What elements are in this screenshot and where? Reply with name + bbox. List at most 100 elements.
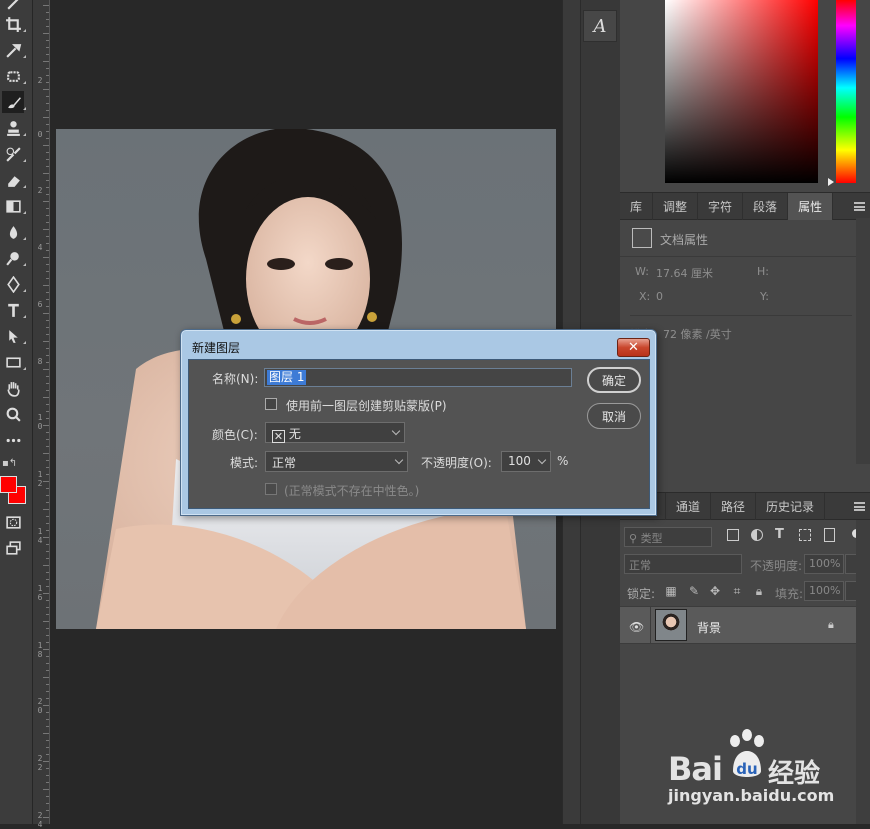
ruler-tick [46, 607, 49, 608]
visibility-eye-icon[interactable]: 👁︎ [629, 620, 644, 634]
tab-character[interactable]: 字符 [698, 193, 744, 220]
h-label: H: [757, 265, 769, 278]
dodge-icon[interactable] [2, 247, 26, 269]
shape-filter-icon[interactable] [799, 529, 811, 541]
ruler-tick [46, 803, 49, 804]
clone-stamp-icon[interactable] [2, 117, 26, 139]
tab-library[interactable]: 库 [620, 193, 654, 220]
default-colors-icon[interactable]: ▪↰ [2, 458, 17, 469]
tab-paragraph[interactable]: 段落 [743, 193, 789, 220]
ruler-tick [46, 488, 49, 489]
layer-name-input[interactable]: 图层 1 [264, 368, 572, 387]
character-panel-icon[interactable]: A [583, 10, 617, 42]
tab-paths[interactable]: 路径 [711, 493, 757, 520]
screen-mode-icon[interactable] [2, 537, 24, 559]
crop-tool-icon[interactable] [2, 13, 26, 35]
ok-button[interactable]: 确定 [587, 367, 641, 393]
neutral-color-checkbox[interactable] [265, 483, 277, 495]
ruler-tick [43, 229, 49, 230]
layer-opacity-input[interactable]: 100% [804, 554, 844, 574]
close-button[interactable]: ✕ [617, 338, 650, 357]
ruler-tick [43, 733, 49, 734]
properties-scrollbar[interactable] [856, 218, 870, 464]
ruler-tick [46, 404, 49, 405]
pixel-filter-icon[interactable] [727, 529, 739, 541]
adjustment-filter-icon[interactable] [751, 529, 763, 541]
panel-menu-icon[interactable] [854, 202, 865, 211]
layer-filter-select[interactable]: ⚲ 类型 [624, 527, 712, 547]
layer-name[interactable]: 背景 [697, 619, 721, 636]
color-label: 颜色(C): [212, 428, 258, 442]
hand-icon[interactable] [2, 377, 24, 399]
ruler-tick [46, 264, 49, 265]
blend-mode-select[interactable]: 正常 [624, 554, 742, 574]
color-select[interactable]: ✕ 无 [265, 422, 405, 443]
ruler-tick [46, 320, 49, 321]
ruler-tick [46, 103, 49, 104]
ruler-tick [46, 68, 49, 69]
opacity-input[interactable]: 100 [501, 451, 551, 472]
ruler-tick [43, 145, 49, 146]
ruler-tick [46, 334, 49, 335]
history-brush-icon[interactable] [2, 143, 26, 165]
ruler-tick [46, 796, 49, 797]
eyedropper-icon[interactable] [2, 39, 26, 61]
ruler-tick [46, 222, 49, 223]
tab-properties[interactable]: 属性 [788, 193, 834, 220]
ruler-tick [46, 656, 49, 657]
lock-all-icon[interactable]: 🔒︎ [752, 584, 766, 598]
gradient-icon[interactable] [2, 195, 26, 217]
clipping-mask-checkbox[interactable] [265, 398, 277, 410]
blur-icon[interactable] [2, 221, 26, 243]
ruler-tick [46, 775, 49, 776]
tab-channels[interactable]: 通道 [666, 493, 712, 520]
ruler-tick [46, 54, 49, 55]
ruler-tick [46, 299, 49, 300]
zoom-icon[interactable] [2, 403, 24, 425]
cancel-button[interactable]: 取消 [587, 403, 641, 429]
lock-position-icon[interactable]: ✥ [708, 584, 722, 598]
spot-healing-icon[interactable] [2, 65, 26, 87]
layer-opacity-label: 不透明度: [750, 559, 803, 573]
type-filter-icon[interactable]: T [775, 527, 784, 542]
divider [630, 315, 852, 316]
ruler-tick [46, 544, 49, 545]
brush-tool-icon[interactable] [2, 91, 26, 113]
fill-input[interactable]: 100% [804, 581, 844, 601]
type-tool-icon[interactable] [2, 299, 26, 321]
rectangle-tool-icon[interactable] [2, 351, 26, 373]
tab-adjustments[interactable]: 调整 [653, 193, 699, 220]
eraser-icon[interactable] [2, 169, 26, 191]
ruler-number: 22 [37, 754, 43, 772]
tab-history[interactable]: 历史记录 [756, 493, 826, 520]
mode-select[interactable]: 正常 [265, 451, 408, 472]
lock-artboard-icon[interactable]: ⌗ [730, 584, 744, 598]
color-value: 无 [288, 427, 301, 441]
layers-menu-icon[interactable] [854, 502, 865, 511]
vertical-ruler: 2024681012141618202224 [33, 0, 50, 829]
ruler-tick [46, 768, 49, 769]
ruler-tick [46, 495, 49, 496]
ruler-tick [46, 383, 49, 384]
foreground-color-swatch[interactable] [0, 476, 17, 493]
more-tools-icon[interactable] [2, 429, 24, 451]
color-picker-field[interactable] [665, 0, 818, 183]
pen-icon[interactable] [2, 273, 26, 295]
ruler-number: 14 [37, 527, 43, 545]
brush-icon[interactable] [2, 0, 24, 14]
path-selection-icon[interactable] [2, 325, 26, 347]
ruler-tick [43, 593, 49, 594]
ruler-tick [43, 397, 49, 398]
hue-slider-handle[interactable] [828, 178, 834, 186]
hue-slider-bar[interactable] [836, 0, 856, 183]
x-value: 0 [656, 290, 663, 303]
ruler-tick [46, 551, 49, 552]
ruler-tick [43, 761, 49, 762]
ruler-tick [46, 47, 49, 48]
properties-tabbar: 库 调整 字符 段落 属性 [620, 192, 870, 220]
smart-object-filter-icon[interactable] [824, 528, 835, 542]
lock-pixels-icon[interactable]: ✎ [687, 584, 701, 598]
quick-mask-icon[interactable] [2, 511, 24, 533]
layers-scrollbar[interactable] [856, 520, 870, 824]
lock-transparent-icon[interactable]: ▦ [664, 584, 678, 598]
